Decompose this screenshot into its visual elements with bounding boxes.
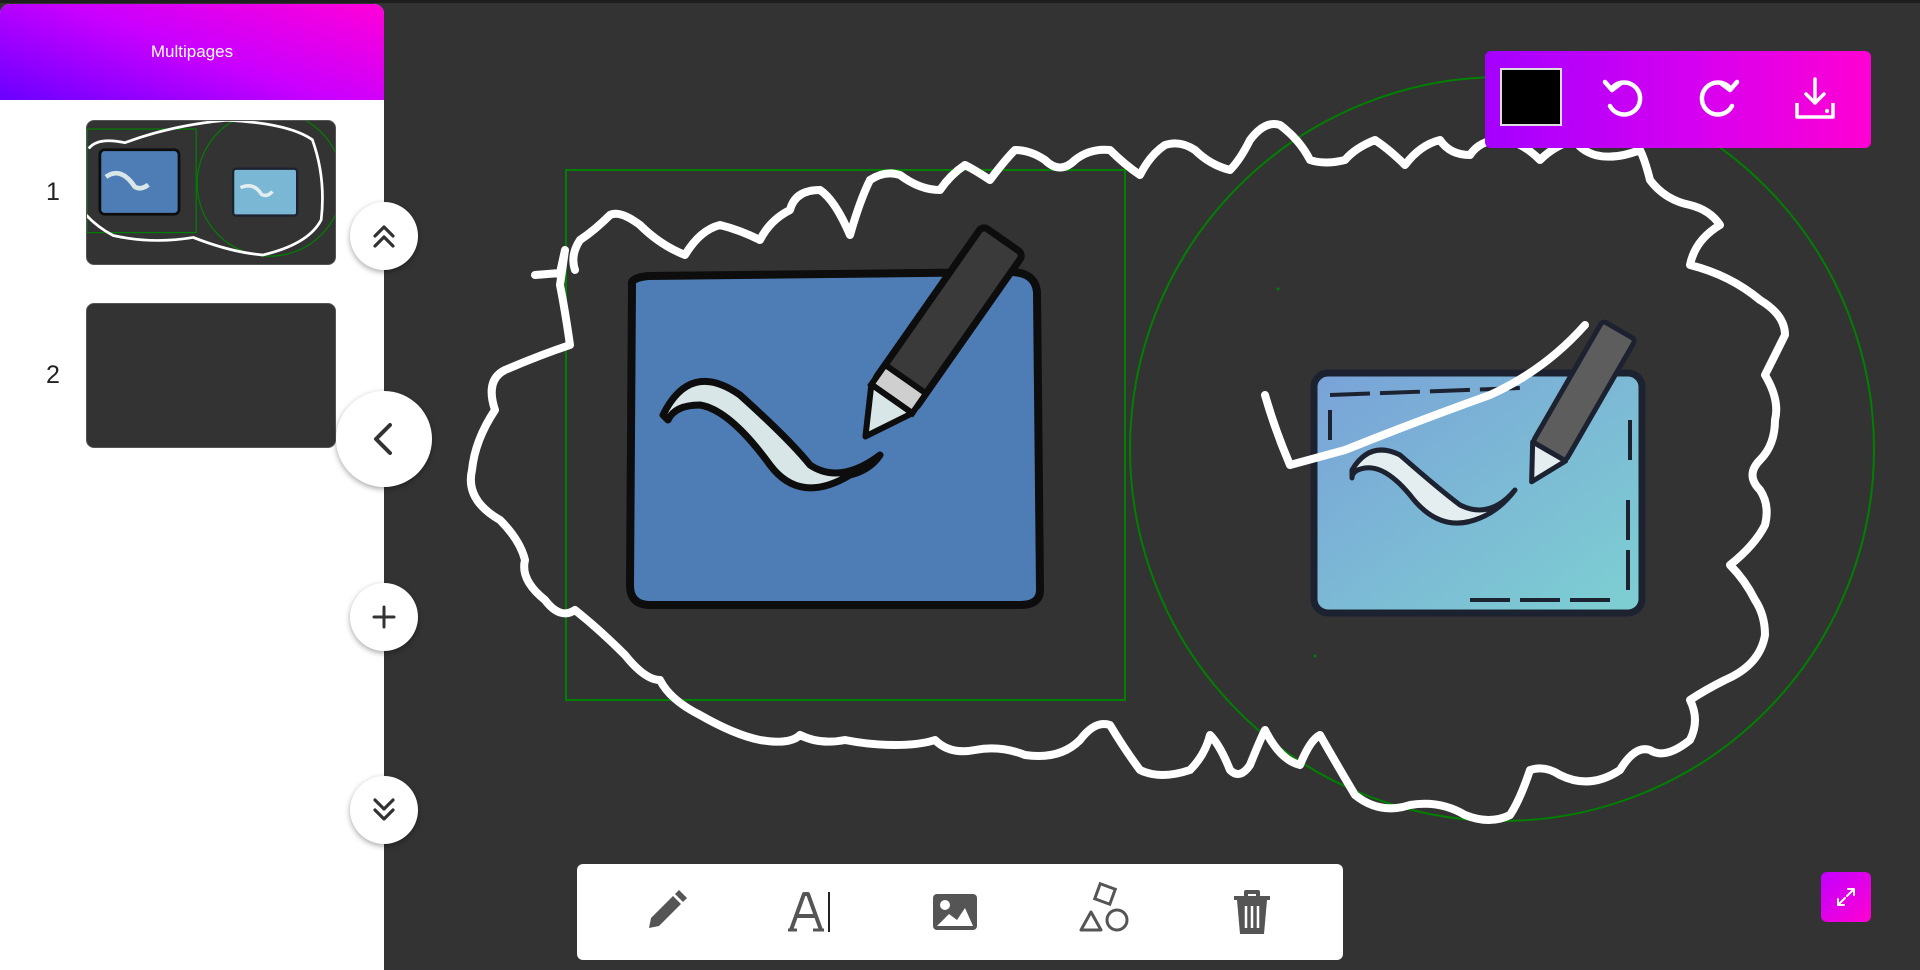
double-chevron-down-icon — [373, 798, 395, 821]
scroll-pages-up-button[interactable] — [350, 202, 418, 270]
plus-icon — [372, 605, 396, 629]
multipages-sidebar: Multipages 1 2 — [0, 4, 384, 970]
chevron-left-icon — [374, 423, 392, 455]
delete-tool-button[interactable] — [1224, 884, 1280, 940]
bottom-toolbar — [577, 864, 1343, 960]
color-picker-swatch[interactable] — [1500, 68, 1562, 126]
page-number: 2 — [46, 361, 60, 389]
drawing-tablet-image[interactable] — [626, 224, 1044, 609]
download-icon — [1795, 77, 1835, 119]
page-thumbnail[interactable] — [86, 303, 336, 448]
undo-icon — [1602, 79, 1643, 117]
fullscreen-button[interactable] — [1821, 872, 1871, 922]
image-tool-button[interactable] — [927, 884, 983, 940]
drawing-tablet-image-2[interactable] — [1310, 319, 1646, 617]
redo-button[interactable] — [1689, 69, 1749, 129]
top-toolbar — [1485, 51, 1871, 148]
dot-mark — [1276, 287, 1280, 291]
double-chevron-up-icon — [373, 225, 395, 248]
collapse-sidebar-button[interactable] — [336, 391, 432, 487]
page-number: 1 — [46, 178, 60, 206]
thumbnail-preview — [87, 121, 335, 257]
pencil-icon — [649, 890, 687, 928]
text-icon — [788, 892, 830, 932]
page-thumbnail[interactable] — [86, 120, 336, 265]
trash-icon — [1234, 890, 1270, 934]
pencil-tool-button[interactable] — [637, 884, 693, 940]
undo-button[interactable] — [1593, 69, 1653, 129]
page-item-2[interactable]: 2 — [0, 303, 384, 448]
image-icon — [933, 894, 977, 930]
sidebar-title: Multipages — [150, 42, 234, 61]
expand-icon — [1837, 888, 1855, 906]
dot-mark — [1313, 654, 1317, 658]
download-button[interactable] — [1785, 69, 1845, 129]
shapes-icon — [1079, 882, 1129, 932]
redo-icon — [1699, 79, 1740, 117]
scroll-pages-down-button[interactable] — [350, 776, 418, 844]
page-item-1[interactable]: 1 — [0, 120, 384, 265]
shapes-tool-button[interactable] — [1077, 880, 1133, 940]
text-tool-button[interactable] — [781, 884, 837, 940]
add-page-button[interactable] — [350, 583, 418, 651]
sidebar-header: Multipages — [0, 4, 384, 100]
